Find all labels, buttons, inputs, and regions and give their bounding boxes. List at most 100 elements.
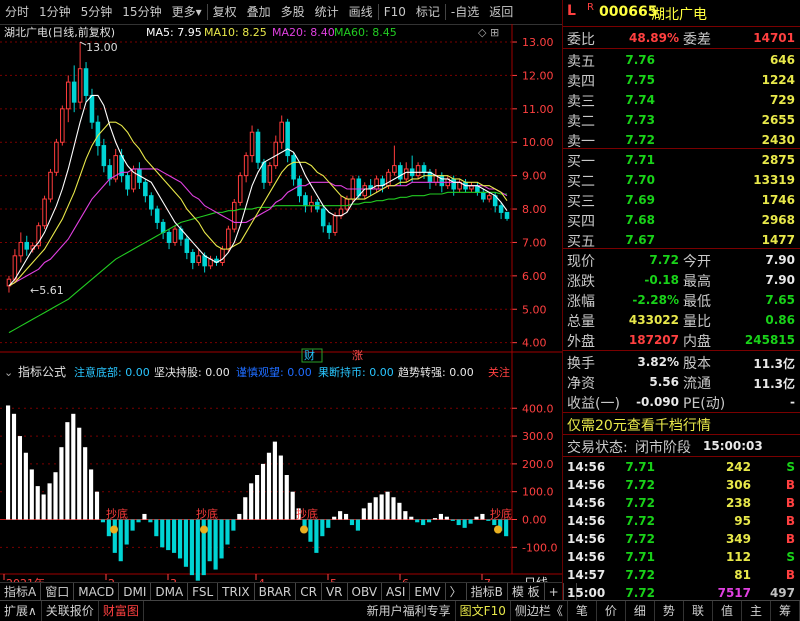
quote-row: 14:56 7.72 349 B <box>563 530 800 550</box>
tab-7[interactable]: BRAR <box>255 583 297 601</box>
quote-row: 卖四 7.75 1224 <box>563 70 800 90</box>
toolbar-item-10[interactable]: F10 <box>379 0 411 24</box>
collapse-icon[interactable]: ⌄ <box>4 366 13 379</box>
bottom-left-0[interactable]: 扩展∧ <box>0 601 42 621</box>
indicator-bar <box>266 452 272 520</box>
bottom-right-0[interactable]: 笔 <box>568 601 597 621</box>
rise-marker[interactable]: 涨 <box>352 349 363 362</box>
ask-volume: 1224 <box>761 73 795 87</box>
bottom-left-2[interactable]: 财富图 <box>99 601 144 621</box>
tab-1[interactable]: 窗口 <box>41 583 75 601</box>
ask-price[interactable]: 7.72 <box>625 133 655 147</box>
tab-0[interactable]: 指标A <box>0 583 42 601</box>
toolbar-item-7[interactable]: 多股 <box>276 0 310 24</box>
indicator-bar <box>255 475 260 520</box>
tab-8[interactable]: CR <box>296 583 322 601</box>
tick-price: 7.72 <box>625 586 655 600</box>
candle-body <box>226 228 231 250</box>
toolbar-item-2[interactable]: 5分钟 <box>76 0 118 24</box>
candle-body <box>12 255 18 280</box>
y-tick-label: 7.00 <box>522 236 547 249</box>
y-tick-label: 13.00 <box>522 36 554 49</box>
tab-15[interactable]: 模 板 <box>508 583 545 601</box>
bottom-right-7[interactable]: 筹 <box>771 601 800 621</box>
bid-label: 买三 <box>567 194 595 210</box>
bottom-right-2[interactable]: 细 <box>626 601 655 621</box>
bottom-mid-1[interactable]: 图文F10 <box>456 601 511 621</box>
indicator-bar <box>409 516 414 520</box>
indicator-bar <box>332 516 337 520</box>
candle-body <box>24 241 30 250</box>
ask-volume: 729 <box>769 93 795 107</box>
bid-price[interactable]: 7.69 <box>625 193 655 207</box>
toolbar-item-4[interactable]: 更多▾ <box>167 0 207 24</box>
chart-options-icon[interactable]: ◇ ⊞ <box>478 26 499 39</box>
tab-5[interactable]: FSL <box>188 583 219 601</box>
bottom-right-5[interactable]: 值 <box>713 601 742 621</box>
promo-link[interactable]: 仅需20元查看千档行情 <box>567 415 711 435</box>
signal-label: 抄底 <box>106 507 128 521</box>
tab-4[interactable]: DMA <box>151 583 189 601</box>
ask-volume: 646 <box>769 53 795 67</box>
indicator-tabbar: 指标A 窗口 MACD DMI DMA FSL TRIX BRAR CR VR OBV ASI EMV 〉… <box>0 582 578 601</box>
bottom-left-1[interactable]: 关联报价 <box>42 601 99 621</box>
candle-body <box>220 248 225 263</box>
tab-2[interactable]: MACD <box>74 583 120 601</box>
tab-9[interactable]: VR <box>322 583 348 601</box>
finance-marker[interactable]: 财 <box>304 348 315 362</box>
toolbar-item-6[interactable]: 叠加 <box>242 0 276 24</box>
toolbar-item-0[interactable]: 分时 <box>0 0 34 24</box>
bottom-mid-2[interactable]: 侧边栏《 <box>511 601 568 621</box>
signal-label: 抄底 <box>296 507 318 521</box>
toolbar-item-3[interactable]: 15分钟 <box>117 0 166 24</box>
indicator-bar <box>462 519 467 528</box>
bid-price[interactable]: 7.68 <box>625 213 655 227</box>
bottom-right-1[interactable]: 价 <box>597 601 626 621</box>
candle-body <box>166 231 172 243</box>
bid-price[interactable]: 7.70 <box>625 173 655 187</box>
quote-row: L R 000665 湖北广电 <box>563 2 800 23</box>
candle-body <box>415 165 421 177</box>
quote-row: 14:56 7.71 242 S <box>563 458 800 478</box>
tab-11[interactable]: ASI <box>382 583 411 601</box>
bid-price[interactable]: 7.71 <box>625 153 655 167</box>
stat-value: 0.86 <box>765 313 795 327</box>
ask-price[interactable]: 7.76 <box>625 53 655 67</box>
tab-16[interactable]: + <box>545 583 564 601</box>
candle-body <box>237 175 243 203</box>
weibi-label: 委比 <box>567 32 595 48</box>
toolbar-item-8[interactable]: 统计 <box>310 0 344 24</box>
toolbar-item-11[interactable]: 标记 <box>411 0 445 24</box>
bottom-right-6[interactable]: 主 <box>742 601 771 621</box>
tick-volume: 306 <box>725 478 751 492</box>
toolbar-item-5[interactable]: 复权 <box>208 0 242 24</box>
tab-10[interactable]: OBV <box>348 583 383 601</box>
tick-side: B <box>785 568 795 582</box>
stat-label: 最低 <box>683 294 711 310</box>
tab-12[interactable]: EMV <box>410 583 446 601</box>
tab-6[interactable]: TRIX <box>218 583 255 601</box>
candle-body <box>54 141 59 173</box>
bid-price[interactable]: 7.67 <box>625 233 655 247</box>
bottom-right-4[interactable]: 联 <box>684 601 713 621</box>
toolbar-item-12[interactable]: -自选 <box>446 0 484 24</box>
tab-3[interactable]: DMI <box>119 583 152 601</box>
toolbar-item-9[interactable]: 画线 <box>344 0 378 24</box>
stat-label: 内盘 <box>683 334 711 350</box>
ask-price[interactable]: 7.74 <box>625 93 655 107</box>
ma5-line <box>8 94 508 287</box>
indicator-bar <box>415 519 420 523</box>
kline-chart[interactable]: 13.00 12.00 11.00 10.00 9.00 8.00 7.00 6.00 5.00… <box>0 24 562 594</box>
quote-row: 买一 7.71 2875 <box>563 150 800 170</box>
ask-price[interactable]: 7.75 <box>625 73 655 87</box>
tab-13[interactable]: 〉 <box>446 583 467 601</box>
toolbar-item-1[interactable]: 1分钟 <box>34 0 76 24</box>
ask-price[interactable]: 7.73 <box>625 113 655 127</box>
bottom-right-3[interactable]: 势 <box>655 601 684 621</box>
bottom-mid-0[interactable]: 新用户福利专享 <box>363 601 456 621</box>
stat-value: 187207 <box>628 333 679 347</box>
tab-14[interactable]: 指标B <box>467 583 508 601</box>
quote-row: 净资 5.56 流通 11.3亿 <box>563 372 800 392</box>
quote-row: 14:56 7.72 306 B <box>563 476 800 496</box>
toolbar-item-13[interactable]: 返回 <box>484 0 518 24</box>
